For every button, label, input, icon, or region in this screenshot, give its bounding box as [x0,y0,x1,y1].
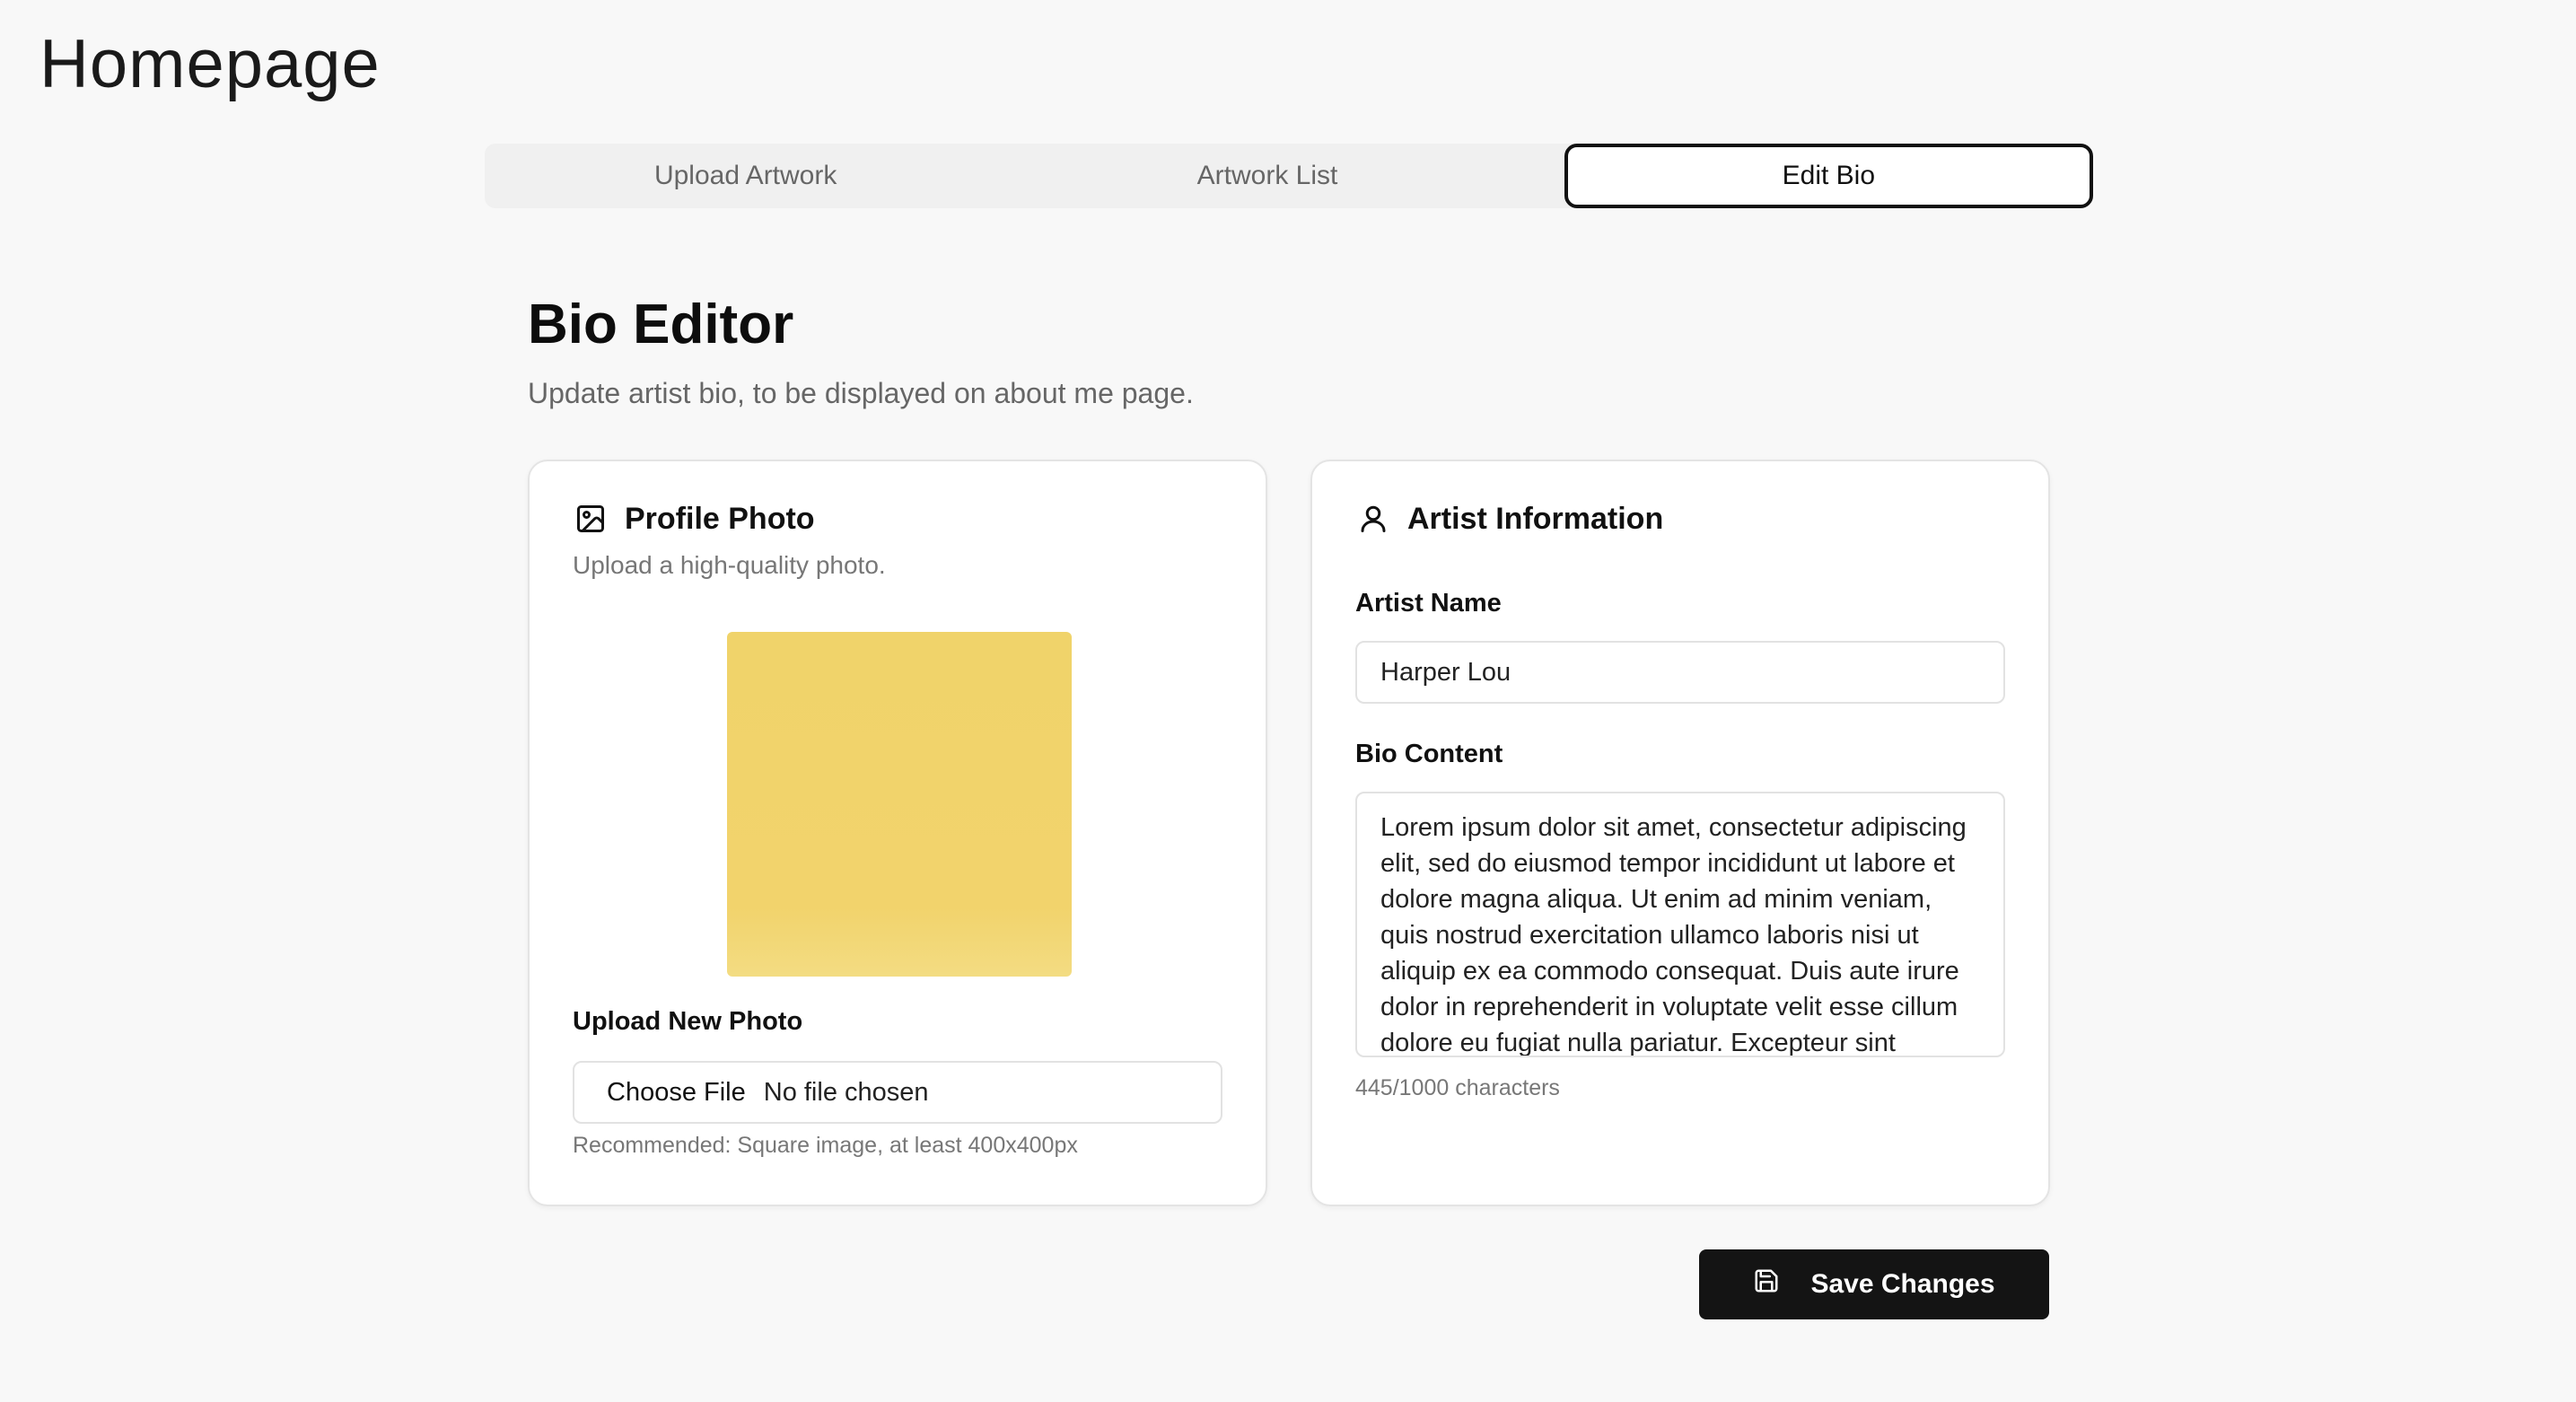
profile-photo-card: Profile Photo Upload a high-quality phot… [528,460,1267,1206]
bio-content-textarea[interactable]: Lorem ipsum dolor sit amet, consectetur … [1355,792,2005,1057]
tab-artwork-list[interactable]: Artwork List [1006,144,1528,208]
save-changes-label: Save Changes [1810,1269,1995,1299]
file-upload-input[interactable]: Choose File No file chosen [573,1061,1222,1124]
section-subtitle: Update artist bio, to be displayed on ab… [528,377,1194,409]
bio-content-label: Bio Content [1355,740,1503,768]
choose-file-button[interactable]: Choose File [607,1078,746,1108]
artist-info-card: Artist Information Artist Name Bio Conte… [1310,460,2050,1206]
tab-upload-artwork[interactable]: Upload Artwork [485,144,1006,208]
artist-name-label: Artist Name [1355,589,1502,618]
page-title: Homepage [39,26,381,102]
profile-photo-title: Profile Photo [625,501,815,536]
character-count: 445/1000 characters [1355,1075,1560,1100]
save-icon [1753,1267,1780,1301]
file-status: No file chosen [763,1077,929,1107]
image-icon [573,501,609,537]
tab-bar: Upload Artwork Artwork List Edit Bio [485,144,2093,208]
artist-info-header: Artist Information [1355,501,1663,537]
tab-edit-bio[interactable]: Edit Bio [1564,144,2093,208]
section-title: Bio Editor [528,294,794,355]
artist-name-input[interactable] [1355,641,2005,704]
upload-hint: Recommended: Square image, at least 400x… [573,1133,1078,1158]
save-changes-button[interactable]: Save Changes [1699,1249,2049,1319]
artist-info-title: Artist Information [1407,501,1664,536]
profile-photo-description: Upload a high-quality photo. [573,551,886,579]
profile-photo-preview [727,632,1072,977]
profile-photo-header: Profile Photo [573,501,815,537]
upload-photo-label: Upload New Photo [573,1007,803,1036]
user-icon [1355,501,1391,537]
